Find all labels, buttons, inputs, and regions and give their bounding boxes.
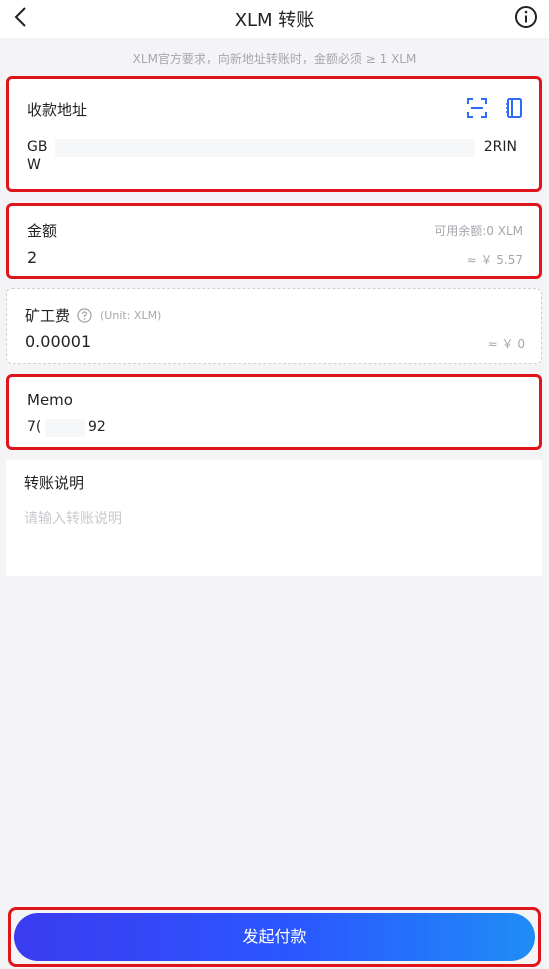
memo-label: Memo	[27, 391, 73, 409]
memo-value-start: 7(	[27, 419, 42, 435]
address-book-icon[interactable]	[505, 98, 523, 118]
amount-field[interactable]: 金额 可用余额:0 XLM 2 ≈ ￥ 5.57	[6, 203, 542, 279]
memo-value-end: 92	[88, 419, 106, 435]
fee-field: 矿工费 (Unit: XLM) 0.00001 ≈ ￥ 0	[6, 288, 542, 364]
transfer-note-input[interactable]: 请输入转账说明	[24, 508, 122, 528]
new-address-notice: XLM官方要求，向新地址转账时，金额必须 ≥ 1 XLM	[132, 52, 417, 66]
address-text-start: GB	[27, 139, 48, 155]
fee-label: 矿工费	[25, 307, 71, 325]
address-text-line2: W	[27, 157, 41, 173]
address-text-end: 2RIN	[483, 139, 517, 155]
recipient-address-field[interactable]: 收款地址 GB 2RIN W	[6, 76, 542, 192]
submit-payment-button[interactable]: 发起付款	[14, 913, 535, 961]
amount-value: 2	[27, 248, 38, 267]
available-balance: 可用余额:0 XLM	[434, 224, 523, 238]
transfer-note-label: 转账说明	[24, 474, 85, 492]
question-circle-icon[interactable]	[77, 308, 92, 323]
amount-label: 金额	[27, 222, 58, 240]
scan-icon[interactable]	[467, 98, 487, 118]
page-title: XLM 转账	[234, 10, 315, 31]
info-circle-icon[interactable]	[514, 5, 538, 29]
fee-fiat-value: ≈ ￥ 0	[487, 337, 525, 351]
fee-unit: (Unit: XLM)	[100, 309, 162, 322]
submit-button-highlight: 发起付款	[8, 907, 541, 967]
transfer-note-field[interactable]: 转账说明 请输入转账说明	[6, 460, 542, 576]
top-bar: XLM 转账	[0, 0, 549, 38]
address-label: 收款地址	[27, 101, 88, 119]
fee-value: 0.00001	[25, 332, 92, 351]
fee-label-row: 矿工费 (Unit: XLM)	[25, 305, 161, 326]
redacted-area	[45, 419, 85, 437]
memo-field[interactable]: Memo 7( 92	[6, 374, 542, 450]
redacted-area	[55, 139, 475, 157]
amount-fiat-value: ≈ ￥ 5.57	[466, 253, 523, 267]
